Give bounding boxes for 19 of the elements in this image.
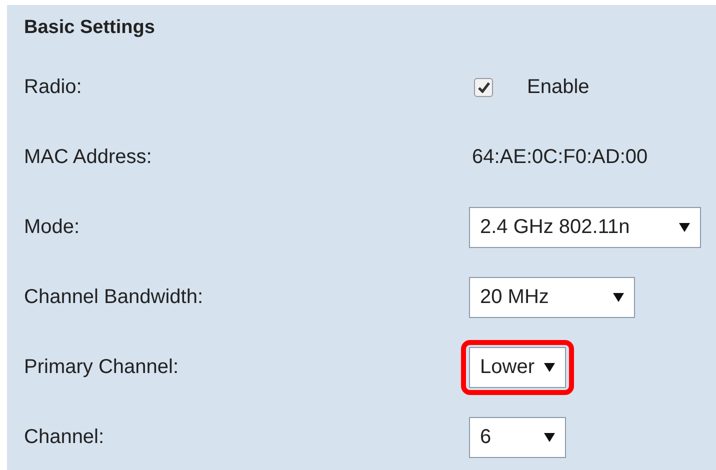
field-label: Channel:: [24, 425, 106, 450]
field-label: MAC Address:: [24, 145, 153, 170]
field-label: Radio:: [24, 75, 83, 100]
field-label: Channel Bandwidth:: [24, 285, 204, 310]
caret-icon: [679, 222, 690, 232]
enable-checkbox[interactable]: [474, 78, 493, 96]
dropdown-select[interactable]: 6: [469, 416, 566, 458]
dropdown-select[interactable]: 2.4 GHz 802.11n: [469, 206, 701, 248]
field-label: Primary Channel:: [24, 355, 180, 380]
checkmark-icon: [478, 82, 490, 92]
field-label: Mode:: [24, 215, 81, 240]
field-value: 64:AE:0C:F0:AD:00: [472, 145, 648, 170]
caret-icon: [544, 362, 556, 372]
caret-icon: [613, 292, 624, 302]
checkbox-label: Enable: [527, 75, 590, 100]
dropdown-select[interactable]: Lower: [469, 346, 566, 388]
section-title: Basic Settings: [24, 16, 156, 40]
caret-icon: [544, 432, 555, 442]
dropdown-select[interactable]: 20 MHz: [469, 276, 635, 318]
